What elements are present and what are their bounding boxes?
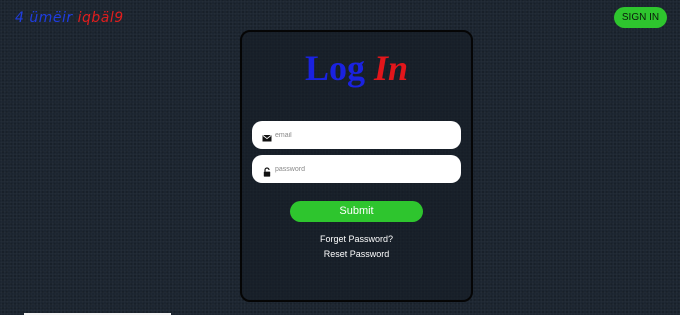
password-input[interactable] xyxy=(275,155,455,183)
logo[interactable]: 4 ümëir iqbäl9 xyxy=(15,10,124,26)
forget-password-link[interactable]: Forget Password? xyxy=(242,234,471,244)
sign-in-button[interactable]: SIGN IN xyxy=(614,7,667,28)
envelope-icon xyxy=(262,130,272,142)
reset-password-link[interactable]: Reset Password xyxy=(242,249,471,259)
login-title-part-b: In xyxy=(373,48,409,88)
login-title: Log In xyxy=(242,48,471,88)
login-card: Log In Submit Forget Password? Reset Pas… xyxy=(240,30,473,302)
login-title-part-a: Log xyxy=(304,48,365,88)
submit-button[interactable]: Submit xyxy=(290,201,423,222)
email-field[interactable] xyxy=(252,121,461,149)
logo-part-b: iqbäl9 xyxy=(77,10,124,26)
lock-icon xyxy=(262,164,272,177)
password-field[interactable] xyxy=(252,155,461,183)
logo-part-a: 4 ümëir xyxy=(15,10,73,26)
email-input[interactable] xyxy=(275,121,455,149)
